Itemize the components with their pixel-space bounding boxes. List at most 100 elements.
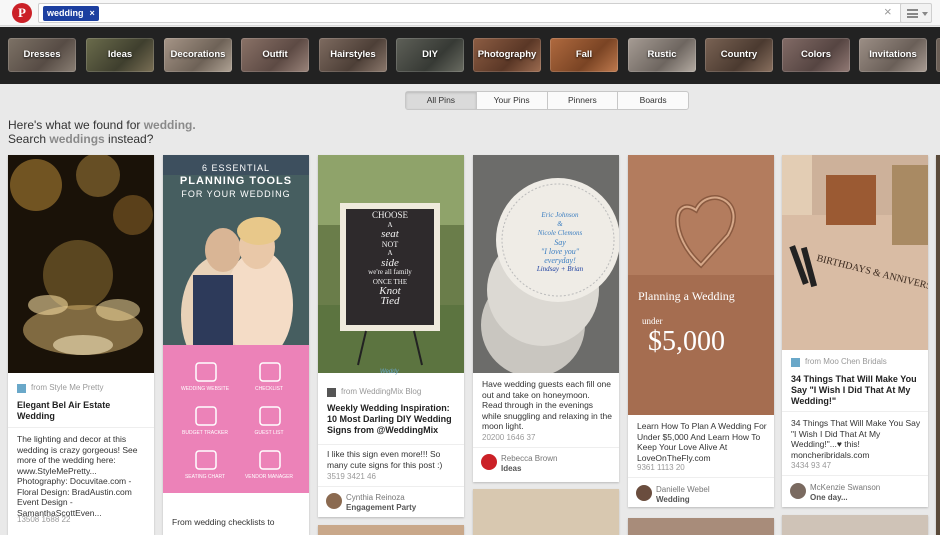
divider bbox=[628, 477, 774, 478]
divider bbox=[318, 444, 464, 445]
avatar[interactable] bbox=[636, 485, 652, 501]
tab-your-pins[interactable]: Your Pins bbox=[477, 92, 548, 109]
tab-pinners[interactable]: Pinners bbox=[548, 92, 619, 109]
category-dresses[interactable]: Dresses bbox=[8, 38, 76, 72]
pin-description: The lighting and decor at this wedding i… bbox=[17, 434, 138, 518]
category-fall[interactable]: Fall bbox=[550, 38, 618, 72]
pinterest-logo-icon[interactable]: P bbox=[12, 3, 32, 23]
category-rustic[interactable]: Rustic bbox=[628, 38, 696, 72]
source-favicon-icon bbox=[327, 388, 336, 397]
coaster-line: Say bbox=[554, 238, 566, 247]
category-invitations[interactable]: Invitations bbox=[859, 38, 927, 72]
menu-button[interactable] bbox=[900, 3, 932, 23]
pin-image-caption: Planning a Wedding under $5,000 bbox=[638, 289, 768, 358]
category-photography[interactable]: Photography bbox=[473, 38, 541, 72]
pin-title[interactable]: Elegant Bel Air Estate Wedding bbox=[17, 400, 145, 422]
pin-stats: 9361 1113 20 bbox=[637, 463, 685, 472]
pin-card[interactable]: Eric Johnson & Nicole Clemons Say "I lov… bbox=[473, 155, 619, 482]
token-close-icon[interactable]: × bbox=[90, 8, 95, 18]
menu-icon bbox=[907, 9, 918, 18]
pin-image[interactable] bbox=[628, 155, 774, 415]
category-overflow[interactable] bbox=[936, 38, 940, 72]
category-outfit[interactable]: Outfit bbox=[241, 38, 309, 72]
coaster-line: Lindsay + Brian bbox=[536, 265, 584, 273]
pin-card[interactable]: BIRTHDAYS & ANNIVERS from Moo Chen Brida… bbox=[782, 155, 928, 507]
pin-card[interactable]: 6 ESSENTIAL PLANNING TOOLS FOR YOUR WEDD… bbox=[163, 155, 309, 535]
pinner-info[interactable]: Danielle Webel Wedding bbox=[656, 485, 710, 504]
category-diy[interactable]: DIY bbox=[396, 38, 464, 72]
pin-card[interactable] bbox=[782, 515, 928, 535]
found-line2-suffix: instead? bbox=[104, 132, 154, 146]
pin-source[interactable]: from WeddingMix Blog bbox=[341, 387, 421, 396]
pin-card[interactable] bbox=[473, 489, 619, 535]
search-input[interactable]: wedding × bbox=[38, 3, 904, 23]
sign-line: side bbox=[381, 256, 399, 269]
pinner-name: Cynthia Reinoza bbox=[346, 493, 405, 502]
search-token[interactable]: wedding × bbox=[43, 6, 99, 21]
pin-stats: 13508 1688 22 bbox=[17, 515, 71, 524]
pin-title[interactable]: Weekly Wedding Inspiration: 10 Most Darl… bbox=[327, 403, 457, 436]
pin-description: 34 Things That Will Make You Say "I Wish… bbox=[791, 418, 921, 460]
search-results-message: Here's what we found for wedding. Search… bbox=[8, 118, 196, 146]
found-prefix: Here's what we found for bbox=[8, 118, 144, 132]
tool-label: CHECKLIST bbox=[254, 386, 284, 392]
pin-stats: 3519 3421 46 bbox=[327, 472, 376, 481]
chevron-down-icon bbox=[922, 12, 928, 19]
pinner-name: McKenzie Swanson bbox=[810, 483, 881, 492]
pinner-info[interactable]: McKenzie Swanson One day... bbox=[810, 483, 880, 502]
tool-label: GUEST LIST bbox=[254, 430, 284, 436]
pin-card[interactable]: CHOOSE A seat NOT A side we're all famil… bbox=[318, 155, 464, 517]
avatar[interactable] bbox=[481, 454, 497, 470]
tool-label: VENDOR MANAGER bbox=[244, 474, 294, 480]
pin-image[interactable] bbox=[8, 155, 154, 373]
avatar[interactable] bbox=[790, 483, 806, 499]
pin-image[interactable] bbox=[782, 155, 928, 350]
coaster-line: Nicole Clemons bbox=[537, 229, 583, 237]
pinner-name: Danielle Webel bbox=[656, 485, 710, 494]
tool-label: WEDDING WEBSITE bbox=[180, 386, 230, 392]
divider bbox=[473, 447, 619, 448]
tab-all-pins[interactable]: All Pins bbox=[406, 92, 477, 109]
category-ideas[interactable]: Ideas bbox=[86, 38, 154, 72]
pin-card[interactable]: Planning a Wedding under $5,000 Learn Ho… bbox=[628, 155, 774, 507]
category-hairstyles[interactable]: Hairstyles bbox=[319, 38, 387, 72]
caption-line: $5,000 bbox=[648, 326, 725, 357]
tab-boards[interactable]: Boards bbox=[618, 92, 688, 109]
tool-label: SEATING CHART bbox=[184, 474, 226, 480]
pin-stats: 3434 93 47 bbox=[791, 461, 832, 470]
caption-line: 6 ESSENTIAL bbox=[201, 163, 271, 173]
category-colors[interactable]: Colors bbox=[782, 38, 850, 72]
avatar[interactable] bbox=[326, 493, 342, 509]
divider bbox=[8, 427, 154, 428]
pinner-info[interactable]: Cynthia Reinoza Engagement Party bbox=[346, 493, 416, 512]
caption-line: FOR YOUR WEDDING bbox=[181, 189, 291, 199]
pin-card[interactable] bbox=[318, 525, 464, 535]
divider bbox=[782, 475, 928, 476]
category-decorations[interactable]: Decorations bbox=[164, 38, 232, 72]
search-scope-tabs: All Pins Your Pins Pinners Boards bbox=[405, 91, 689, 110]
pinner-info[interactable]: Rebecca Brown Ideas bbox=[501, 454, 557, 473]
board-name: Ideas bbox=[501, 463, 522, 473]
pin-card[interactable] bbox=[936, 155, 940, 535]
board-name: One day... bbox=[810, 492, 848, 502]
pin-card[interactable] bbox=[628, 518, 774, 535]
sign-line: seat bbox=[381, 228, 399, 240]
pin-stats: 20200 1646 37 bbox=[482, 433, 536, 442]
pin-source[interactable]: from Moo Chen Bridals bbox=[805, 357, 887, 366]
clear-search-icon[interactable]: × bbox=[884, 4, 892, 20]
found-term: wedding. bbox=[143, 118, 196, 132]
coaster-text: Eric Johnson & Nicole Clemons Say "I lov… bbox=[515, 211, 605, 274]
pin-source[interactable]: from Style Me Pretty bbox=[31, 383, 103, 392]
category-country[interactable]: Country bbox=[705, 38, 773, 72]
alt-search-link[interactable]: weddings bbox=[49, 132, 104, 146]
source-favicon-icon bbox=[791, 358, 800, 367]
caption-line: PLANNING TOOLS bbox=[179, 175, 293, 187]
coaster-line: Eric Johnson bbox=[541, 211, 579, 219]
pin-image[interactable] bbox=[163, 155, 309, 493]
pin-title[interactable]: 34 Things That Will Make You Say "I Wish… bbox=[791, 374, 923, 407]
caption-line: under bbox=[642, 316, 663, 326]
sign-line: NOT bbox=[381, 239, 399, 249]
pin-card[interactable]: from Style Me Pretty Elegant Bel Air Est… bbox=[8, 155, 154, 535]
pin-description: I like this sign even more!!! So many cu… bbox=[327, 449, 443, 470]
source-favicon-icon bbox=[17, 384, 26, 393]
